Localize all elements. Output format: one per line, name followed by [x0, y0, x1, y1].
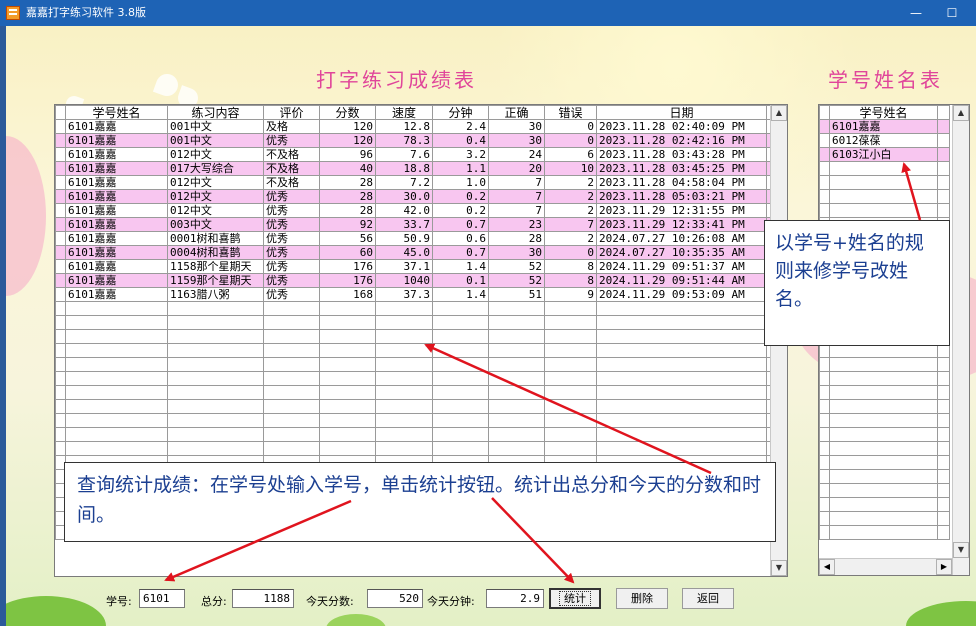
maximize-button[interactable]: ☐ — [940, 4, 964, 22]
annotation-arrows — [164, 162, 922, 584]
arrow-to-scores — [424, 343, 712, 475]
arrow-to-names — [901, 162, 922, 221]
main-window: 打字练习成绩表 学号姓名表 学号姓名 练习内容 评价 分数 速度 分钟 正确 错误 日期 610… — [6, 26, 976, 626]
arrow-to-stats — [491, 497, 575, 584]
title-bar: 嘉嘉打字练习软件 3.8版 — ☐ — [0, 0, 976, 26]
minimize-button[interactable]: — — [904, 4, 928, 22]
window-title: 嘉嘉打字练习软件 3.8版 — [26, 6, 146, 19]
app-icon — [6, 6, 20, 20]
arrow-to-student-id — [164, 499, 352, 582]
